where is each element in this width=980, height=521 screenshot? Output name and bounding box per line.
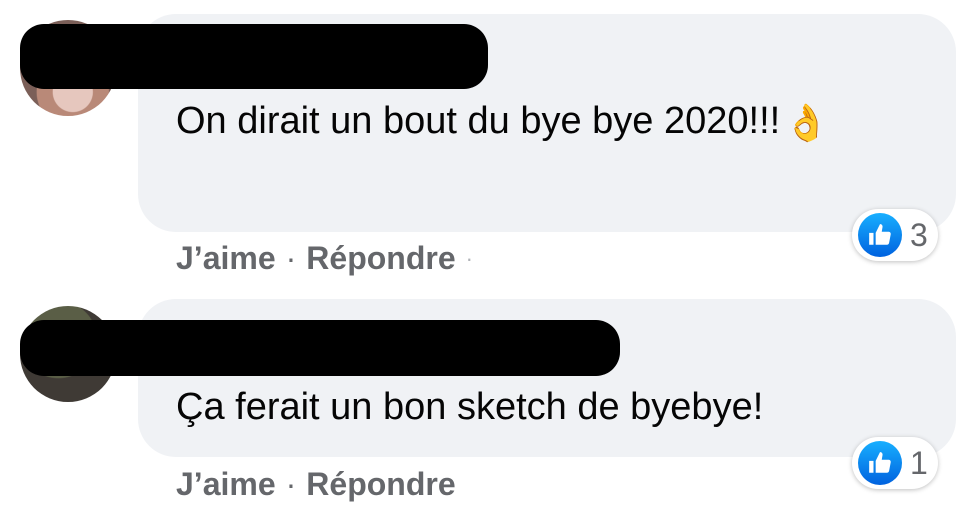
comment-actions: J’aime · Répondre · [176,240,473,277]
reaction-summary[interactable]: 3 [852,209,938,261]
separator: · [285,240,297,276]
reaction-count: 1 [910,444,928,481]
comment-text: Ça ferait un bon sketch de byebye! [176,386,764,428]
separator: · [285,466,297,502]
like-link[interactable]: J’aime [176,466,276,503]
like-icon [858,441,902,485]
redacted-author-name [20,320,620,376]
like-link[interactable]: J’aime [176,240,276,277]
redacted-author-name [20,24,488,89]
reply-link[interactable]: Répondre [306,466,455,503]
reply-link[interactable]: Répondre [306,240,455,277]
comment-text: On dirait un bout du bye bye 2020!!! 👌 [176,92,876,152]
reaction-count: 3 [910,216,928,253]
separator: · [465,245,473,271]
comment-text-body: On dirait un bout du bye bye 2020!!! [176,100,781,142]
reaction-summary[interactable]: 1 [852,437,938,489]
like-icon [858,213,902,257]
comment-actions: J’aime · Répondre [176,466,456,503]
ok-hand-emoji: 👌 [784,101,830,143]
